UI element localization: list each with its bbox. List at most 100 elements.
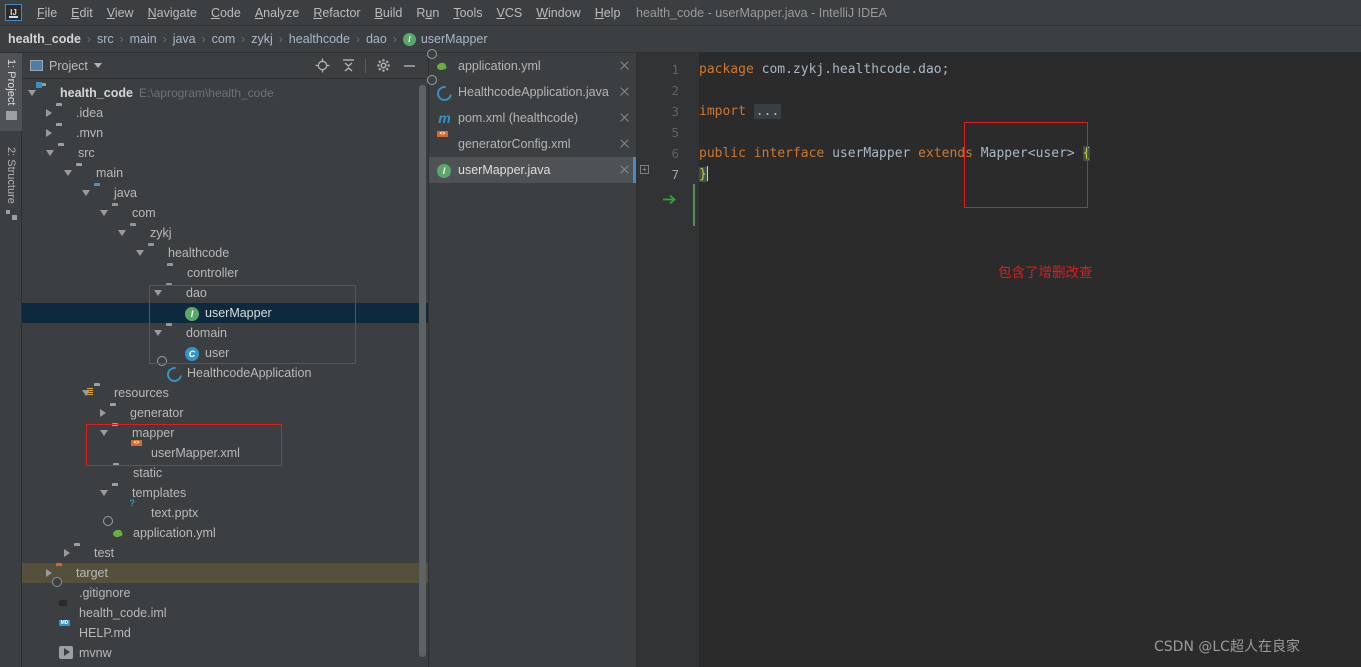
menu-item-window[interactable]: Window [529, 4, 587, 22]
tree-row-usermapper-xml[interactable]: <> userMapper.xml [22, 439, 428, 463]
code-editor[interactable]: 123567 + package com.zykj.healthcode.dao… [637, 53, 1361, 667]
menu-item-help[interactable]: Help [588, 4, 628, 22]
project-scrollbar[interactable] [419, 85, 426, 660]
menu-item-vcs[interactable]: VCS [490, 4, 530, 22]
tree-row-resources[interactable]: resources [22, 383, 428, 403]
tree-row--idea[interactable]: .idea [22, 103, 428, 123]
tree-twisty-down-icon[interactable] [64, 170, 72, 176]
tree-row-target[interactable]: target [22, 563, 428, 583]
tree-twisty-right-icon[interactable] [100, 409, 106, 417]
editor-tab-pom-xml-healthcode-[interactable]: m pom.xml (healthcode) [429, 105, 636, 131]
scrollbar-thumb[interactable] [419, 85, 426, 657]
close-icon[interactable] [618, 59, 632, 73]
collapse-all-icon[interactable] [336, 55, 360, 77]
project-panel-title-group[interactable]: Project [30, 59, 102, 73]
tree-row-help-md[interactable]: MD HELP.md [22, 619, 428, 643]
breadcrumb-item-src[interactable]: src [97, 32, 114, 46]
tree-row-application-yml[interactable]: application.yml [22, 523, 428, 543]
fold-import-icon[interactable]: + [640, 165, 649, 174]
tree-twisty-right-icon[interactable] [46, 569, 52, 577]
close-icon[interactable] [618, 85, 632, 99]
breadcrumb-item-healthcode[interactable]: healthcode [289, 32, 350, 46]
tree-row-java[interactable]: java [22, 183, 428, 203]
intellij-logo-icon[interactable]: IJ [5, 4, 22, 21]
editor-tab-healthcodeapplication-java[interactable]: HealthcodeApplication.java [429, 79, 636, 105]
editor-fold-column[interactable] [687, 53, 699, 667]
project-tree[interactable]: health_code E:\aprogram\health_code .idea.… [22, 79, 428, 667]
menu-item-navigate[interactable]: Navigate [141, 4, 204, 22]
tree-row-text-pptx[interactable]: text.pptx [22, 503, 428, 523]
menu-item-edit[interactable]: Edit [64, 4, 100, 22]
sidebar-item-structure[interactable]: 2: Structure [0, 141, 22, 237]
tree-row-domain[interactable]: domain [22, 323, 428, 343]
close-icon[interactable] [618, 111, 632, 125]
menu-item-refactor[interactable]: Refactor [306, 4, 367, 22]
tree-row-health-code[interactable]: health_code E:\aprogram\health_code [22, 83, 428, 103]
chevron-down-icon[interactable] [93, 63, 102, 68]
tree-twisty-right-icon[interactable] [46, 129, 52, 137]
menu-item-file[interactable]: File [30, 4, 64, 22]
tree-twisty-down-icon[interactable] [82, 190, 90, 196]
tree-twisty-down-icon[interactable] [100, 490, 108, 496]
tree-row-user[interactable]: Cuser [22, 343, 428, 363]
breadcrumb: health_code › src › main › java › com › zykj › healt… [0, 26, 1361, 53]
tree-twisty-down-icon[interactable] [118, 230, 126, 236]
tree-twisty-right-icon[interactable] [46, 109, 52, 117]
tree-row-generator[interactable]: generator [22, 403, 428, 423]
tree-row-mvnw[interactable]: mvnw [22, 643, 428, 663]
tree-row-zykj[interactable]: zykj [22, 223, 428, 243]
run-gutter-arrow-icon[interactable] [662, 189, 678, 210]
tree-twisty-down-icon[interactable] [136, 250, 144, 256]
tree-row-dao[interactable]: dao [22, 283, 428, 303]
tree-row-healthcode[interactable]: healthcode [22, 243, 428, 263]
minimize-icon[interactable] [397, 55, 421, 77]
menu-item-build[interactable]: Build [368, 4, 410, 22]
menu-item-code[interactable]: Code [204, 4, 248, 22]
menu-item-view[interactable]: View [100, 4, 141, 22]
breadcrumb-item-usermapper[interactable]: IuserMapper [402, 32, 488, 46]
tree-twisty-down-icon[interactable] [100, 210, 108, 216]
tree-row-test[interactable]: test [22, 543, 428, 563]
breadcrumb-item-health-code[interactable]: health_code [8, 32, 81, 46]
breadcrumb-item-dao[interactable]: dao [366, 32, 387, 46]
tree-twisty-right-icon[interactable] [64, 549, 70, 557]
tree-row-com[interactable]: com [22, 203, 428, 223]
settings-gear-icon[interactable] [371, 55, 395, 77]
tree-row-static[interactable]: static [22, 463, 428, 483]
tree-row-usermapper[interactable]: IuserMapper [22, 303, 428, 323]
tree-row-healthcodeapplication[interactable]: HealthcodeApplication [22, 363, 428, 383]
tree-twisty-down-icon[interactable] [28, 90, 36, 96]
breadcrumb-item-zykj[interactable]: zykj [251, 32, 273, 46]
project-panel: Project health_code E:\aprogram\health_c… [22, 53, 429, 667]
code-token: package [699, 62, 762, 77]
tree-twisty-down-icon[interactable] [154, 290, 162, 296]
tree-row--gitignore[interactable]: .gitignore [22, 583, 428, 603]
tree-row-health-code-iml[interactable]: health_code.iml [22, 599, 428, 623]
breadcrumb-item-main[interactable]: main [130, 32, 157, 46]
tree-twisty-down-icon[interactable] [154, 330, 162, 336]
editor-tab-usermapper-java[interactable]: IuserMapper.java [429, 157, 636, 183]
menu-item-tools[interactable]: Tools [446, 4, 489, 22]
menu-item-run[interactable]: Run [409, 4, 446, 22]
breadcrumb-label: src [96, 32, 114, 46]
tree-row-templates[interactable]: templates [22, 483, 428, 503]
csdn-watermark: CSDN @LC超人在良家 [1154, 639, 1300, 655]
tree-row-main[interactable]: main [22, 163, 428, 183]
close-icon[interactable] [618, 163, 632, 177]
editor-tab-generatorconfig-xml[interactable]: <> generatorConfig.xml [429, 130, 636, 157]
tree-row-controller[interactable]: controller [22, 263, 428, 283]
menu-item-analyze[interactable]: Analyze [248, 4, 306, 22]
tree-row-src[interactable]: src [22, 143, 428, 163]
locate-target-icon[interactable] [310, 55, 334, 77]
close-icon[interactable] [618, 137, 632, 151]
editor-tab-list[interactable]: application.yml HealthcodeApplication.jav… [429, 53, 637, 667]
tree-row--mvn[interactable]: .mvn [22, 123, 428, 143]
breadcrumb-item-com[interactable]: com [212, 32, 236, 46]
sidebar-item-project[interactable]: 1: Project [0, 53, 22, 131]
breadcrumb-item-java[interactable]: java [173, 32, 196, 46]
tree-twisty-down-icon[interactable] [46, 150, 54, 156]
editor-tab-label: generatorConfig.xml [458, 137, 571, 151]
tree-twisty-down-icon[interactable] [100, 430, 108, 436]
editor-tab-application-yml[interactable]: application.yml [429, 53, 636, 79]
tree-row-mapper[interactable]: mapper [22, 423, 428, 443]
